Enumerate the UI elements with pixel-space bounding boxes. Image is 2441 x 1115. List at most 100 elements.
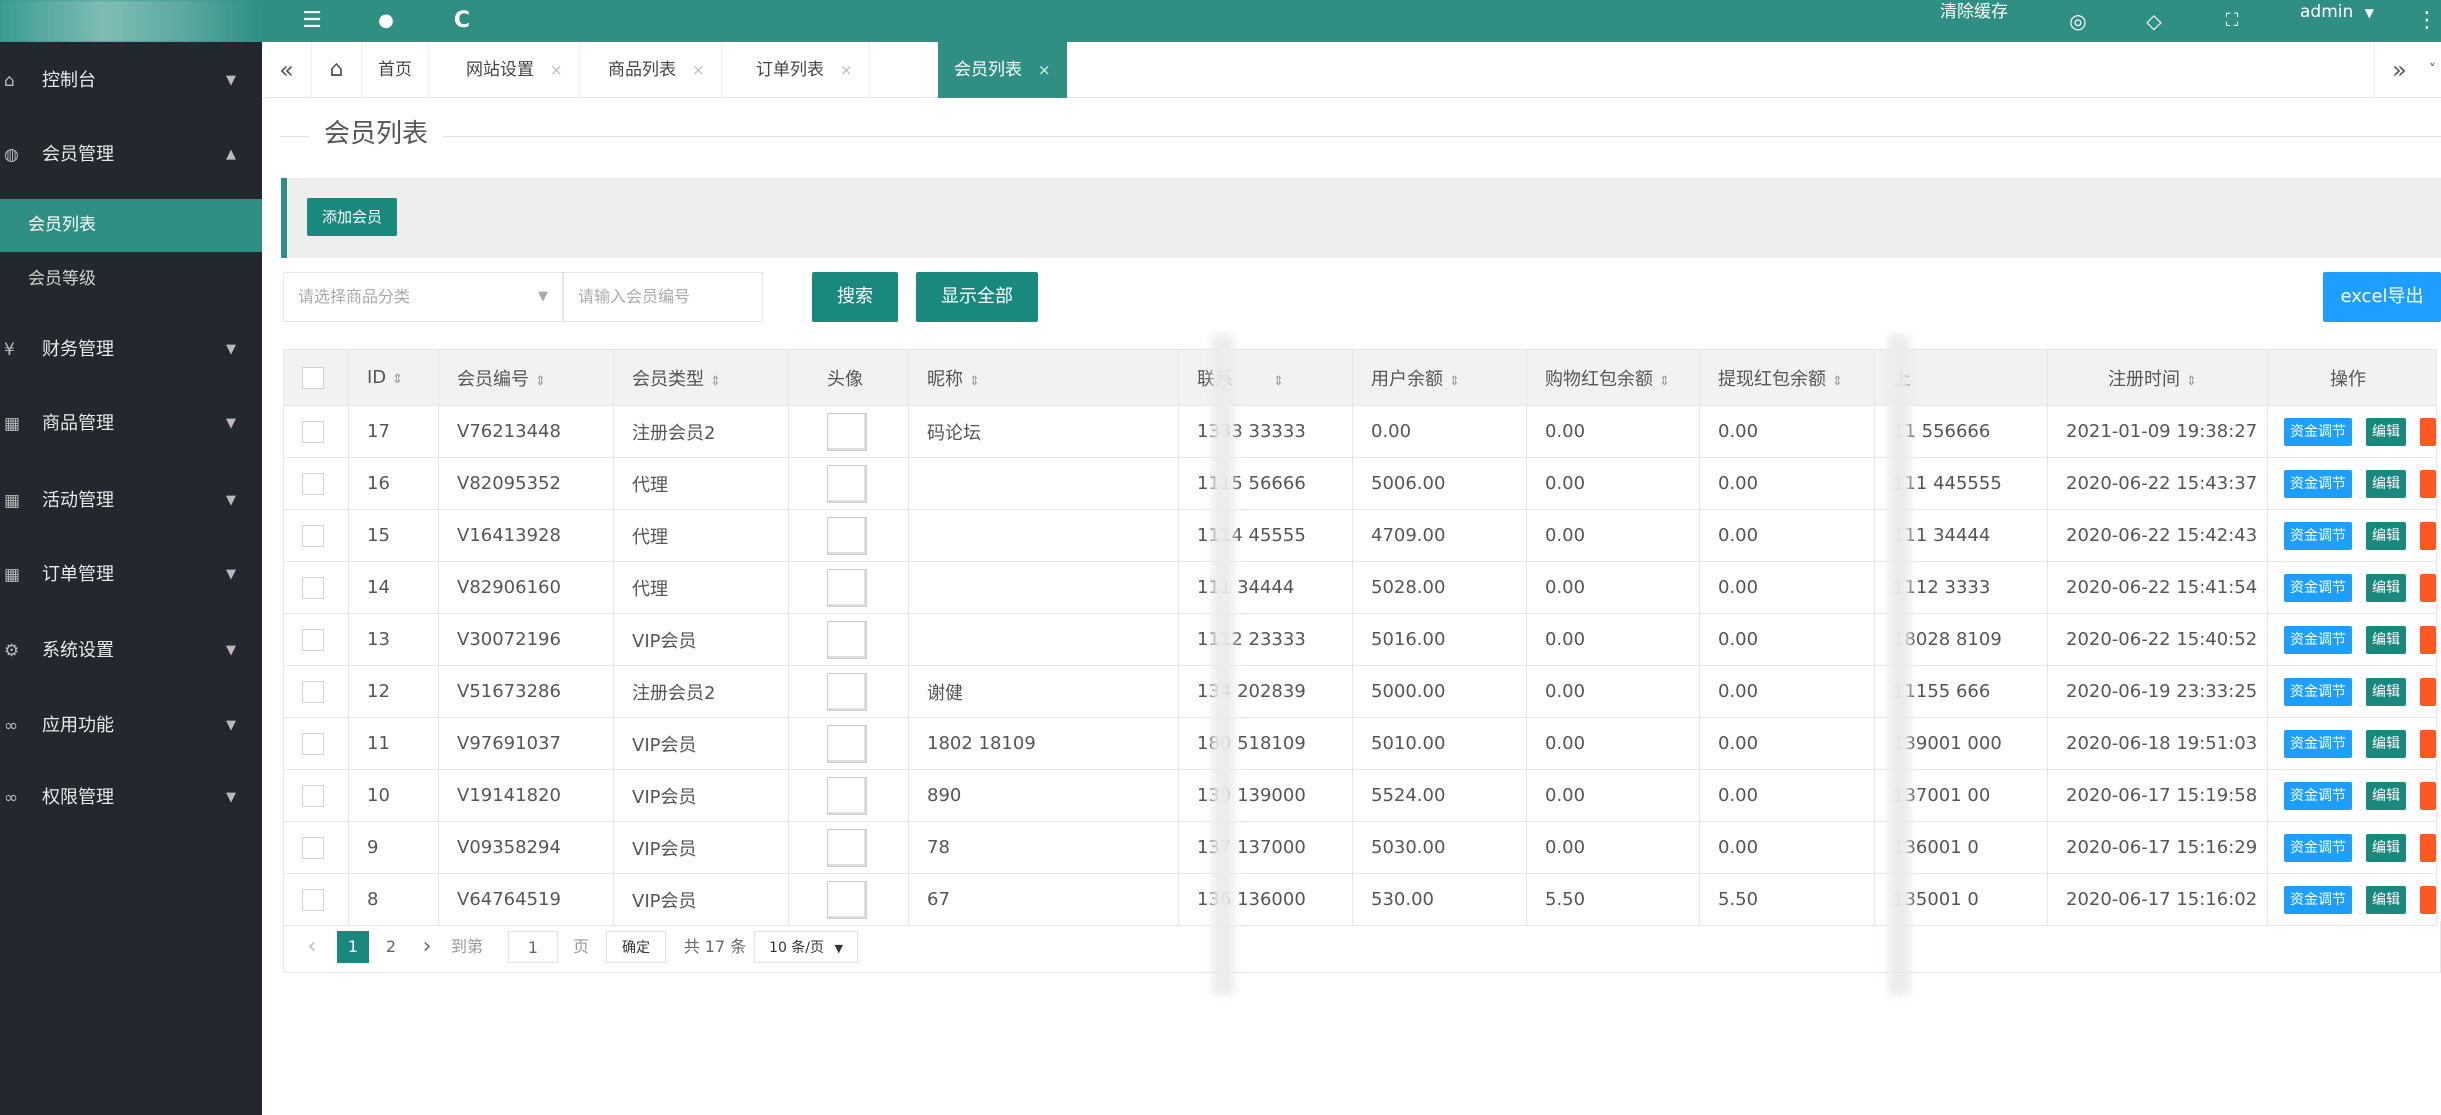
delete-button[interactable]	[2420, 469, 2436, 498]
tab-site-settings[interactable]: 网站设置 ×	[450, 42, 580, 98]
edit-button[interactable]: 编辑	[2366, 573, 2406, 602]
col-member-type[interactable]: 会员类型 ⇕	[613, 349, 789, 406]
delete-button[interactable]	[2420, 573, 2436, 602]
page-1-button[interactable]: 1	[337, 931, 369, 963]
delete-button[interactable]	[2420, 781, 2436, 810]
col-balance[interactable]: 用户余额 ⇕	[1352, 349, 1527, 406]
search-button[interactable]: 搜索	[812, 272, 898, 322]
sidebar-item-permissions[interactable]: ∞ 权限管理 ▼	[0, 759, 262, 837]
tab-menu-icon[interactable]: ˅	[2424, 42, 2441, 98]
add-member-button[interactable]: 添加会员	[307, 198, 397, 236]
fund-adjust-button[interactable]: 资金调节	[2284, 885, 2352, 914]
tab-prev-icon[interactable]: «	[262, 42, 312, 98]
checkbox[interactable]	[302, 784, 324, 807]
checkbox[interactable]	[302, 366, 324, 389]
col-shopping-balance[interactable]: 购物红包余额 ⇕	[1526, 349, 1700, 406]
tab-next-icon[interactable]: »	[2374, 42, 2424, 98]
tab-home[interactable]: 首页	[362, 42, 429, 98]
row-checkbox-cell[interactable]	[283, 665, 349, 718]
col-id[interactable]: ID ⇕	[348, 349, 439, 406]
fund-adjust-button[interactable]: 资金调节	[2284, 729, 2352, 758]
edit-button[interactable]: 编辑	[2366, 625, 2406, 654]
edit-button[interactable]: 编辑	[2366, 729, 2406, 758]
edit-button[interactable]: 编辑	[2366, 417, 2406, 446]
sidebar-subitem-member-list[interactable]: 会员列表	[0, 199, 262, 252]
edit-button[interactable]: 编辑	[2366, 677, 2406, 706]
palette-icon[interactable]: ◎	[2062, 0, 2094, 42]
excel-export-button[interactable]: excel导出	[2323, 272, 2441, 322]
col-member-no[interactable]: 会员编号 ⇕	[438, 349, 614, 406]
sidebar-item-settings[interactable]: ⚙ 系统设置 ▼	[0, 612, 262, 690]
tab-product-list[interactable]: 商品列表 ×	[592, 42, 722, 98]
page-2-button[interactable]: 2	[379, 931, 403, 963]
checkbox[interactable]	[302, 420, 324, 443]
col-nickname[interactable]: 昵称 ⇕	[908, 349, 1179, 406]
sidebar-item-orders[interactable]: ▦ 订单管理 ▼	[0, 536, 262, 614]
row-checkbox-cell[interactable]	[283, 717, 349, 770]
checkbox[interactable]	[302, 836, 324, 859]
close-icon[interactable]: ×	[692, 61, 705, 79]
delete-button[interactable]	[2420, 729, 2436, 758]
fund-adjust-button[interactable]: 资金调节	[2284, 625, 2352, 654]
row-checkbox-cell[interactable]	[283, 821, 349, 874]
checkbox[interactable]	[302, 472, 324, 495]
checkbox[interactable]	[302, 888, 324, 911]
sidebar-item-apps[interactable]: ∞ 应用功能 ▼	[0, 687, 262, 765]
goto-confirm-button[interactable]: 确定	[606, 931, 666, 963]
col-register-time[interactable]: 注册时间 ⇕	[2047, 349, 2268, 406]
checkbox[interactable]	[302, 576, 324, 599]
globe-icon[interactable]: ●	[370, 0, 402, 42]
delete-button[interactable]	[2420, 625, 2436, 654]
close-icon[interactable]: ×	[840, 61, 853, 79]
sidebar-item-finance[interactable]: ¥ 财务管理 ▼	[0, 311, 262, 389]
clear-cache-link[interactable]: 清除缓存	[1940, 0, 2008, 42]
more-icon[interactable]: ⋮	[2416, 0, 2438, 42]
prev-page-icon[interactable]: ‹	[302, 931, 322, 963]
close-icon[interactable]: ×	[550, 61, 563, 79]
fullscreen-icon[interactable]: ⛶	[2216, 0, 2248, 42]
fund-adjust-button[interactable]: 资金调节	[2284, 573, 2352, 602]
edit-button[interactable]: 编辑	[2366, 833, 2406, 862]
sidebar-subitem-member-level[interactable]: 会员等级	[0, 253, 262, 306]
edit-button[interactable]: 编辑	[2366, 885, 2406, 914]
row-checkbox-cell[interactable]	[283, 613, 349, 666]
row-checkbox-cell[interactable]	[283, 457, 349, 510]
refresh-icon[interactable]: C	[446, 0, 478, 42]
sidebar-item-activities[interactable]: ▦ 活动管理 ▼	[0, 462, 262, 540]
delete-button[interactable]	[2420, 417, 2436, 446]
fund-adjust-button[interactable]: 资金调节	[2284, 833, 2352, 862]
fund-adjust-button[interactable]: 资金调节	[2284, 677, 2352, 706]
sidebar-item-members[interactable]: ◍ 会员管理 ▲	[0, 116, 262, 194]
row-checkbox-cell[interactable]	[283, 769, 349, 822]
category-select[interactable]: 请选择商品分类 ▼	[283, 272, 563, 322]
fund-adjust-button[interactable]: 资金调节	[2284, 469, 2352, 498]
next-page-icon[interactable]: ›	[417, 931, 437, 963]
home-icon[interactable]: ⌂	[312, 42, 362, 98]
member-no-input[interactable]: 请输入会员编号	[563, 272, 763, 322]
select-all-checkbox-cell[interactable]	[283, 349, 349, 406]
row-checkbox-cell[interactable]	[283, 509, 349, 562]
per-page-select[interactable]: 10 条/页 ▼	[754, 931, 858, 963]
tab-member-list[interactable]: 会员列表 ×	[938, 42, 1068, 98]
edit-button[interactable]: 编辑	[2366, 781, 2406, 810]
tag-icon[interactable]: ◇	[2138, 0, 2170, 42]
fund-adjust-button[interactable]: 资金调节	[2284, 417, 2352, 446]
sidebar-item-products[interactable]: ▦ 商品管理 ▼	[0, 385, 262, 463]
col-withdraw-balance[interactable]: 提现红包余额 ⇕	[1699, 349, 1875, 406]
delete-button[interactable]	[2420, 885, 2436, 914]
checkbox[interactable]	[302, 524, 324, 547]
col-phone[interactable]: 联系⇕	[1178, 349, 1353, 406]
edit-button[interactable]: 编辑	[2366, 469, 2406, 498]
fund-adjust-button[interactable]: 资金调节	[2284, 521, 2352, 550]
fund-adjust-button[interactable]: 资金调节	[2284, 781, 2352, 810]
checkbox[interactable]	[302, 732, 324, 755]
close-icon[interactable]: ×	[1038, 61, 1051, 79]
edit-button[interactable]: 编辑	[2366, 521, 2406, 550]
delete-button[interactable]	[2420, 677, 2436, 706]
goto-page-input[interactable]: 1	[508, 931, 558, 963]
row-checkbox-cell[interactable]	[283, 873, 349, 926]
row-checkbox-cell[interactable]	[283, 405, 349, 458]
delete-button[interactable]	[2420, 521, 2436, 550]
checkbox[interactable]	[302, 628, 324, 651]
user-menu[interactable]: admin ▼	[2300, 0, 2374, 42]
